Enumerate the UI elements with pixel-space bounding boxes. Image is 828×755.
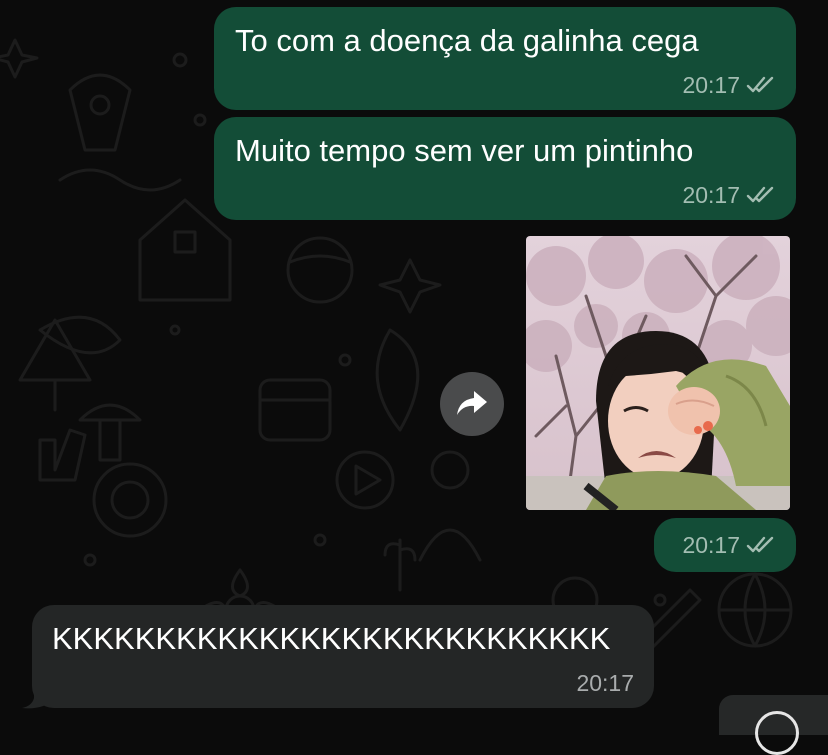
message-bubble-incoming[interactable]: KKKKKKKKKKKKKKKKKKKKKKKKKKK 20:17: [32, 605, 654, 708]
double-check-icon: [746, 76, 774, 93]
double-check-icon: [746, 536, 774, 553]
circle-icon: [755, 711, 799, 755]
message-meta: 20:17: [682, 72, 776, 98]
message-time: 20:17: [682, 182, 740, 208]
message-bubble-outgoing[interactable]: To com a doença da galinha cega 20:17: [214, 7, 796, 110]
message-text: To com a doença da galinha cega: [235, 23, 699, 58]
message-meta: 20:17: [682, 532, 776, 558]
message-bubble-outgoing[interactable]: Muito tempo sem ver um pintinho 20:17: [214, 117, 796, 220]
message-time: 20:17: [682, 72, 740, 98]
message-text: KKKKKKKKKKKKKKKKKKKKKKKKKKK: [52, 621, 611, 656]
forward-button[interactable]: [440, 372, 504, 436]
message-meta: 20:17: [576, 670, 634, 696]
image-message[interactable]: [526, 236, 790, 510]
image-time-badge: 20:17: [654, 518, 796, 572]
forward-arrow-icon: [457, 391, 487, 415]
sticker-crying-child-image: [526, 236, 790, 510]
message-meta: 20:17: [682, 182, 776, 208]
message-time: 20:17: [576, 670, 634, 696]
composer-button[interactable]: [719, 695, 828, 755]
double-check-icon: [746, 186, 774, 203]
message-text: Muito tempo sem ver um pintinho: [235, 133, 694, 168]
message-time: 20:17: [682, 532, 740, 558]
